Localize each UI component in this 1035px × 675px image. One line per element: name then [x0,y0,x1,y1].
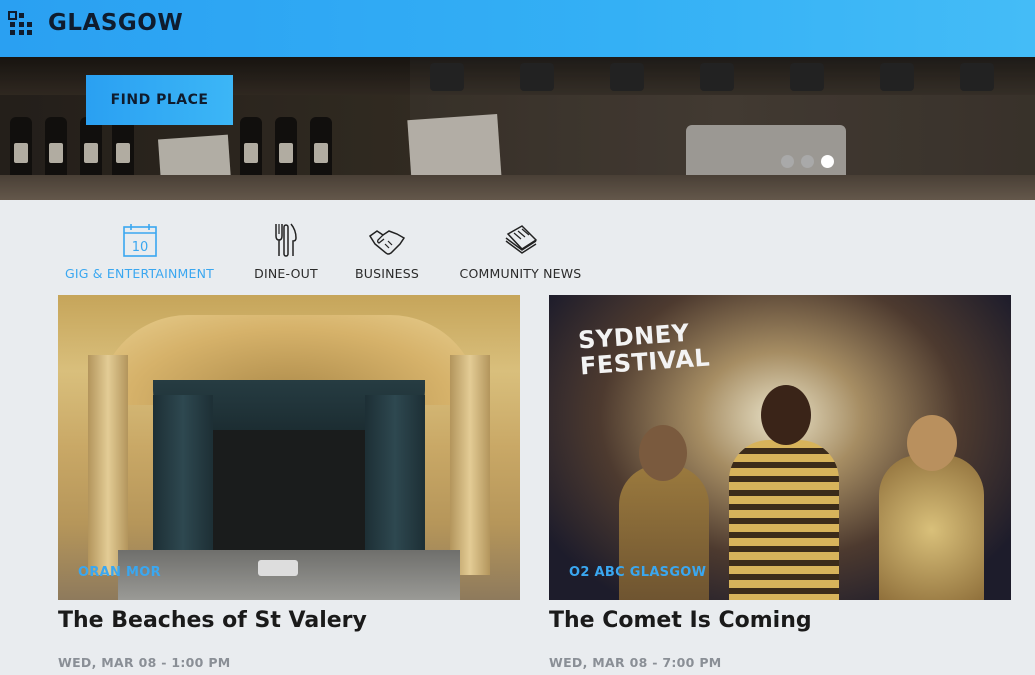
band-member-head [761,385,811,445]
theatre-column [88,355,128,575]
cutlery-icon [275,223,297,257]
carousel-dots [781,155,834,168]
theatre-piano [258,560,298,576]
tab-business[interactable]: BUSINESS [351,222,423,281]
band-member-head [907,415,957,471]
tab-label: DINE-OUT [254,266,318,281]
carousel-dot-1[interactable] [781,155,794,168]
top-header: GLASGOW [0,0,1035,57]
event-venue[interactable]: ORAN MOR [78,565,161,580]
band-member [879,455,984,600]
theatre-stage [213,425,365,555]
sydney-festival-logo: SYDNEY FESTIVAL [577,319,711,381]
carousel-dot-2[interactable] [801,155,814,168]
theatre-column [450,355,490,575]
tab-community-news[interactable]: COMMUNITY NEWS [452,222,589,281]
tab-label: BUSINESS [354,266,420,281]
event-image-1[interactable]: ORAN MOR [58,295,520,600]
calendar-icon: 10 [122,224,157,257]
event-venue[interactable]: O2 ABC GLASGOW [569,565,706,580]
calendar-icon-day: 10 [131,240,148,255]
tab-label: GIG & ENTERTAINMENT [64,266,215,281]
event-date: WED, MAR 08 - 1:00 PM [58,655,231,670]
event-title[interactable]: The Beaches of St Valery [58,608,367,633]
site-logo[interactable]: GLASGOW [48,10,183,36]
carousel-dot-3[interactable] [821,155,834,168]
newspaper-icon [505,225,537,254]
find-place-button[interactable]: FIND PLACE [86,75,233,125]
tab-gig-entertainment[interactable]: 10 GIG & ENTERTAINMENT [58,222,221,281]
band-member [729,440,839,600]
handshake-icon [369,230,405,255]
event-date: WED, MAR 08 - 7:00 PM [549,655,722,670]
grid-menu-icon[interactable] [8,11,34,37]
band-member-head [639,425,687,481]
tab-dine-out[interactable]: DINE-OUT [250,222,322,281]
tab-label: COMMUNITY NEWS [459,266,582,281]
theatre-curtain [153,395,213,565]
theatre-curtain [365,395,425,565]
event-title[interactable]: The Comet Is Coming [549,608,812,633]
event-image-2[interactable]: SYDNEY FESTIVAL O2 ABC GLASGOW [549,295,1011,600]
